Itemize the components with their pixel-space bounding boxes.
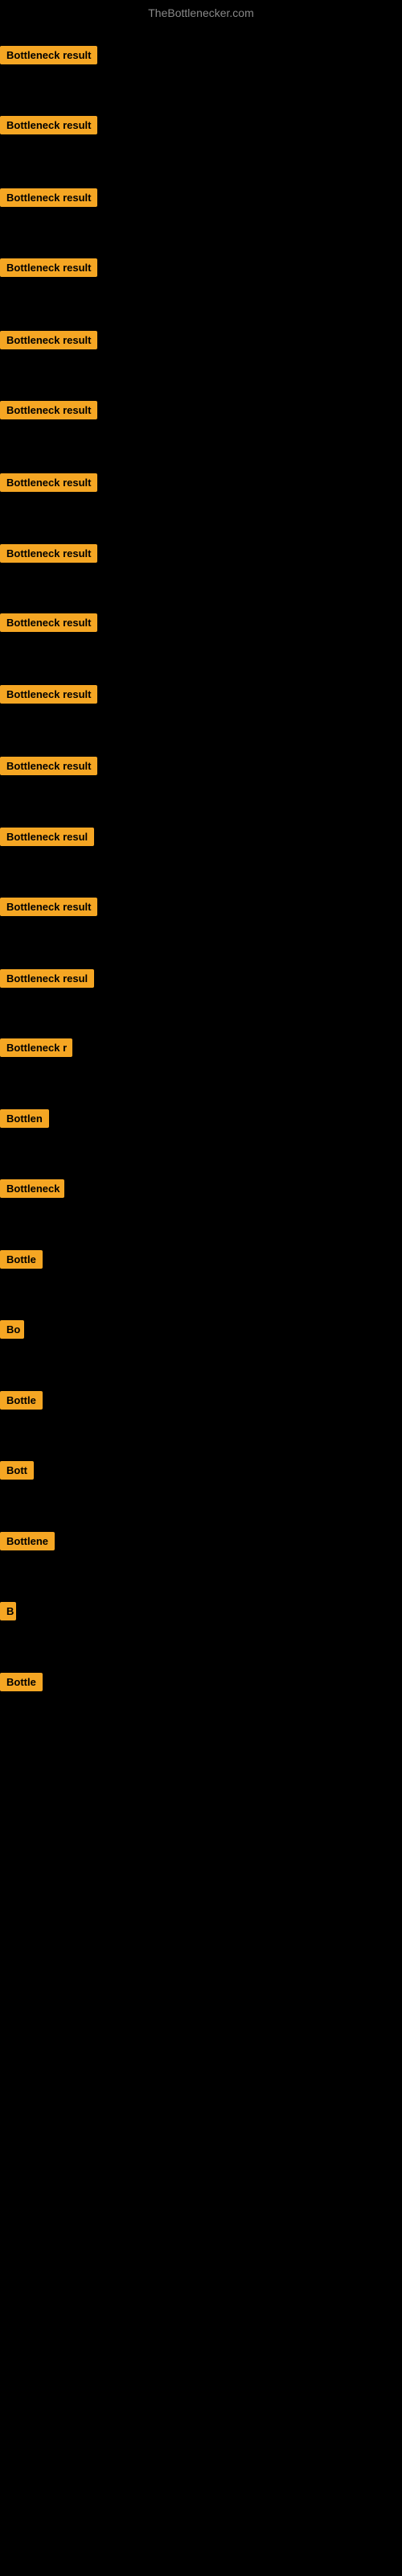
bottleneck-badge-9: Bottleneck result: [0, 613, 97, 632]
bottleneck-badge-5: Bottleneck result: [0, 331, 97, 349]
bottleneck-badge-7: Bottleneck result: [0, 473, 97, 492]
bottleneck-badge-2: Bottleneck result: [0, 116, 97, 134]
bottleneck-badge-12: Bottleneck resul: [0, 828, 94, 846]
bottleneck-badge-8: Bottleneck result: [0, 544, 97, 563]
bottleneck-result-item-20[interactable]: Bottle: [0, 1391, 43, 1414]
bottleneck-badge-3: Bottleneck result: [0, 188, 97, 207]
bottleneck-result-item-3[interactable]: Bottleneck result: [0, 188, 97, 211]
bottleneck-result-item-15[interactable]: Bottleneck r: [0, 1038, 72, 1061]
bottleneck-result-item-10[interactable]: Bottleneck result: [0, 685, 97, 708]
bottleneck-result-item-22[interactable]: Bottlene: [0, 1532, 55, 1554]
bottleneck-result-item-5[interactable]: Bottleneck result: [0, 331, 97, 353]
bottleneck-result-item-17[interactable]: Bottleneck: [0, 1179, 64, 1202]
bottleneck-result-item-21[interactable]: Bott: [0, 1461, 34, 1484]
bottleneck-badge-23: B: [0, 1602, 16, 1620]
bottleneck-result-item-1[interactable]: Bottleneck result: [0, 46, 97, 68]
bottleneck-badge-19: Bo: [0, 1320, 24, 1339]
bottleneck-result-item-14[interactable]: Bottleneck resul: [0, 969, 94, 992]
bottleneck-result-item-2[interactable]: Bottleneck result: [0, 116, 97, 138]
bottleneck-badge-13: Bottleneck result: [0, 898, 97, 916]
bottleneck-badge-20: Bottle: [0, 1391, 43, 1410]
bottleneck-badge-24: Bottle: [0, 1673, 43, 1691]
bottleneck-badge-22: Bottlene: [0, 1532, 55, 1550]
bottleneck-badge-10: Bottleneck result: [0, 685, 97, 704]
site-title: TheBottlenecker.com: [0, 0, 402, 26]
bottleneck-result-item-6[interactable]: Bottleneck result: [0, 401, 97, 423]
bottleneck-result-item-19[interactable]: Bo: [0, 1320, 24, 1343]
bottleneck-result-item-24[interactable]: Bottle: [0, 1673, 43, 1695]
bottleneck-result-item-13[interactable]: Bottleneck result: [0, 898, 97, 920]
bottleneck-result-item-18[interactable]: Bottle: [0, 1250, 43, 1273]
bottleneck-badge-1: Bottleneck result: [0, 46, 97, 64]
bottleneck-result-item-4[interactable]: Bottleneck result: [0, 258, 97, 281]
bottleneck-badge-15: Bottleneck r: [0, 1038, 72, 1057]
bottleneck-badge-6: Bottleneck result: [0, 401, 97, 419]
bottleneck-badge-16: Bottlen: [0, 1109, 49, 1128]
bottleneck-result-item-9[interactable]: Bottleneck result: [0, 613, 97, 636]
bottleneck-result-item-7[interactable]: Bottleneck result: [0, 473, 97, 496]
bottleneck-badge-21: Bott: [0, 1461, 34, 1480]
bottleneck-badge-14: Bottleneck resul: [0, 969, 94, 988]
bottleneck-result-item-12[interactable]: Bottleneck resul: [0, 828, 94, 850]
bottleneck-result-item-8[interactable]: Bottleneck result: [0, 544, 97, 567]
bottleneck-badge-4: Bottleneck result: [0, 258, 97, 277]
bottleneck-result-item-16[interactable]: Bottlen: [0, 1109, 49, 1132]
bottleneck-badge-11: Bottleneck result: [0, 757, 97, 775]
bottleneck-result-item-11[interactable]: Bottleneck result: [0, 757, 97, 779]
bottleneck-badge-17: Bottleneck: [0, 1179, 64, 1198]
bottleneck-result-item-23[interactable]: B: [0, 1602, 16, 1624]
bottleneck-badge-18: Bottle: [0, 1250, 43, 1269]
